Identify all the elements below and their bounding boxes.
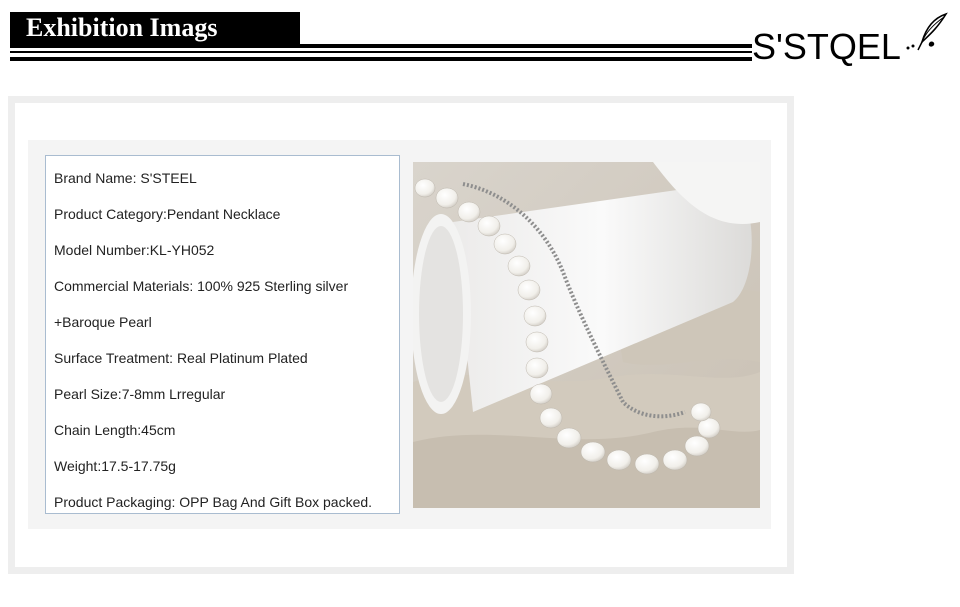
feather-quill-icon xyxy=(906,12,948,51)
header-rule-thick-top xyxy=(10,44,752,48)
spec-model-number: Model Number:KL-YH052 xyxy=(54,242,215,258)
spec-list: Brand Name: S'STEEL Product Category:Pen… xyxy=(45,155,400,514)
section-title: Exhibition Imags xyxy=(10,12,300,44)
spec-pearl-size: Pearl Size:7-8mm Lrregular xyxy=(54,386,226,402)
spec-weight: Weight:17.5-17.75g xyxy=(54,458,176,474)
brand-logo-text: S'STQEL xyxy=(752,26,901,67)
spec-packaging: Product Packaging: OPP Bag And Gift Box … xyxy=(54,494,373,510)
spec-product-category: Product Category:Pendant Necklace xyxy=(54,206,281,222)
spec-surface-treatment: Surface Treatment: Real Platinum Plated xyxy=(54,350,308,366)
header-rule-thin xyxy=(10,51,752,53)
spec-commercial-materials: Commercial Materials: 100% 925 Sterling … xyxy=(54,278,349,294)
spec-commercial-materials-cont: +Baroque Pearl xyxy=(54,314,152,330)
spec-brand-name: Brand Name: S'STEEL xyxy=(54,170,197,186)
header-rule-thick-bottom xyxy=(10,57,752,61)
product-photo xyxy=(413,162,760,508)
spec-chain-length: Chain Length:45cm xyxy=(54,422,176,438)
product-detail-page: Exhibition Imags S'STQEL Brand Name: S'S… xyxy=(0,0,960,607)
brand-logo: S'STQEL xyxy=(752,10,952,70)
